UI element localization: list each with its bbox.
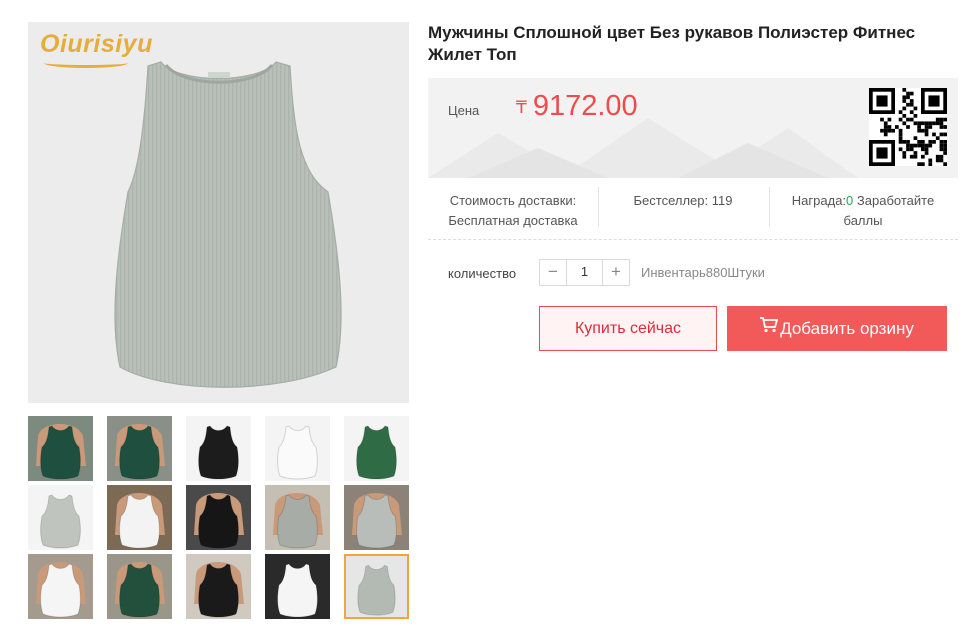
brand-logo: Oiurisiyu xyxy=(40,30,153,68)
thumbnail-black-tank-model-group[interactable] xyxy=(186,554,251,619)
reward-stat: Награда:0 Заработайте баллы xyxy=(778,191,948,231)
thumbnail-green-tank-model-side[interactable] xyxy=(107,416,172,481)
thumbnail-image xyxy=(265,416,330,481)
brand-logo-smile xyxy=(44,58,128,68)
add-to-cart-button[interactable]: Добавить орзину xyxy=(727,306,947,351)
shipping-value: Бесплатная доставка xyxy=(448,213,578,228)
bestseller-value: 119 xyxy=(711,193,733,208)
product-title: Мужчины Сплошной цвет Без рукавов Полиэс… xyxy=(428,23,916,64)
thumbnail-image xyxy=(28,485,93,550)
thumbnail-image xyxy=(107,554,172,619)
main-product-image[interactable]: Oiurisiyu xyxy=(28,22,409,403)
price-value: ₸ 9172.00 xyxy=(516,90,638,123)
decrease-quantity-button[interactable]: − xyxy=(540,260,566,285)
thumbnail-image xyxy=(344,416,409,481)
inventory-text: Инвентарь880Штуки xyxy=(641,265,765,280)
thumbnail-image xyxy=(186,416,251,481)
stats-divider xyxy=(598,187,599,227)
increase-quantity-button[interactable]: + xyxy=(603,260,629,285)
thumbnail-green-tank-model-front[interactable] xyxy=(28,416,93,481)
reward-label: Награда: xyxy=(791,193,847,208)
thumbnail-image xyxy=(265,485,330,550)
quantity-input[interactable]: 1 xyxy=(566,260,603,285)
thumbnail-image xyxy=(28,416,93,481)
thumbnail-image xyxy=(186,554,251,619)
thumbnail-white-tank-flat-dark[interactable] xyxy=(265,554,330,619)
add-to-cart-label: Добавить орзину xyxy=(780,319,914,338)
buy-now-button[interactable]: Купить сейчас xyxy=(539,306,717,351)
qr-code-icon[interactable] xyxy=(869,88,947,166)
thumbnail-image xyxy=(107,485,172,550)
price-label: Цена xyxy=(448,103,480,118)
bestseller-stat: Бестселлер: 119 xyxy=(608,191,758,211)
bestseller-label: Бестселлер: xyxy=(633,193,709,208)
price-amount: 9172.00 xyxy=(532,90,638,122)
thumbnail-image xyxy=(107,416,172,481)
thumbnail-image xyxy=(346,556,407,617)
thumbnail-green-tank-flat[interactable] xyxy=(344,416,409,481)
thumbnail-gray-tank-model-back[interactable] xyxy=(265,485,330,550)
thumbnail-black-tank-model[interactable] xyxy=(186,485,251,550)
currency-symbol: ₸ xyxy=(516,98,527,117)
thumbnail-white-tank-model-group[interactable] xyxy=(28,554,93,619)
thumbnail-green-tank-model-group[interactable] xyxy=(107,554,172,619)
shipping-label: Стоимость доставки: xyxy=(449,193,577,208)
thumbnail-image xyxy=(265,554,330,619)
thumbnail-white-tank-model[interactable] xyxy=(107,485,172,550)
cart-icon xyxy=(760,305,779,350)
quantity-stepper: − 1 + xyxy=(539,259,630,286)
thumbnail-gray-tank-flat-selected[interactable] xyxy=(344,554,409,619)
product-stats: Стоимость доставки: Бесплатная доставка … xyxy=(428,185,958,240)
stats-divider xyxy=(769,187,770,227)
thumbnail-gray-tank-flat[interactable] xyxy=(28,485,93,550)
thumbnail-image xyxy=(28,554,93,619)
thumbnail-black-tank-flat[interactable] xyxy=(186,416,251,481)
thumbnail-strip xyxy=(28,414,414,629)
qr-code-graphic xyxy=(869,88,947,166)
brand-logo-text: Oiurisiyu xyxy=(40,30,153,58)
shipping-stat: Стоимость доставки: Бесплатная доставка xyxy=(438,191,588,231)
reward-points: 0 xyxy=(846,193,854,208)
reward-suffix: Заработайте баллы xyxy=(843,193,935,228)
thumbnail-gray-tank-model-side[interactable] xyxy=(344,485,409,550)
thumbnail-white-tank-flat[interactable] xyxy=(265,416,330,481)
tank-top-illustration xyxy=(114,61,342,388)
thumbnail-image xyxy=(186,485,251,550)
quantity-label: количество xyxy=(448,266,517,281)
thumbnail-image xyxy=(344,485,409,550)
price-panel: Цена ₸ 9172.00 xyxy=(428,78,958,178)
